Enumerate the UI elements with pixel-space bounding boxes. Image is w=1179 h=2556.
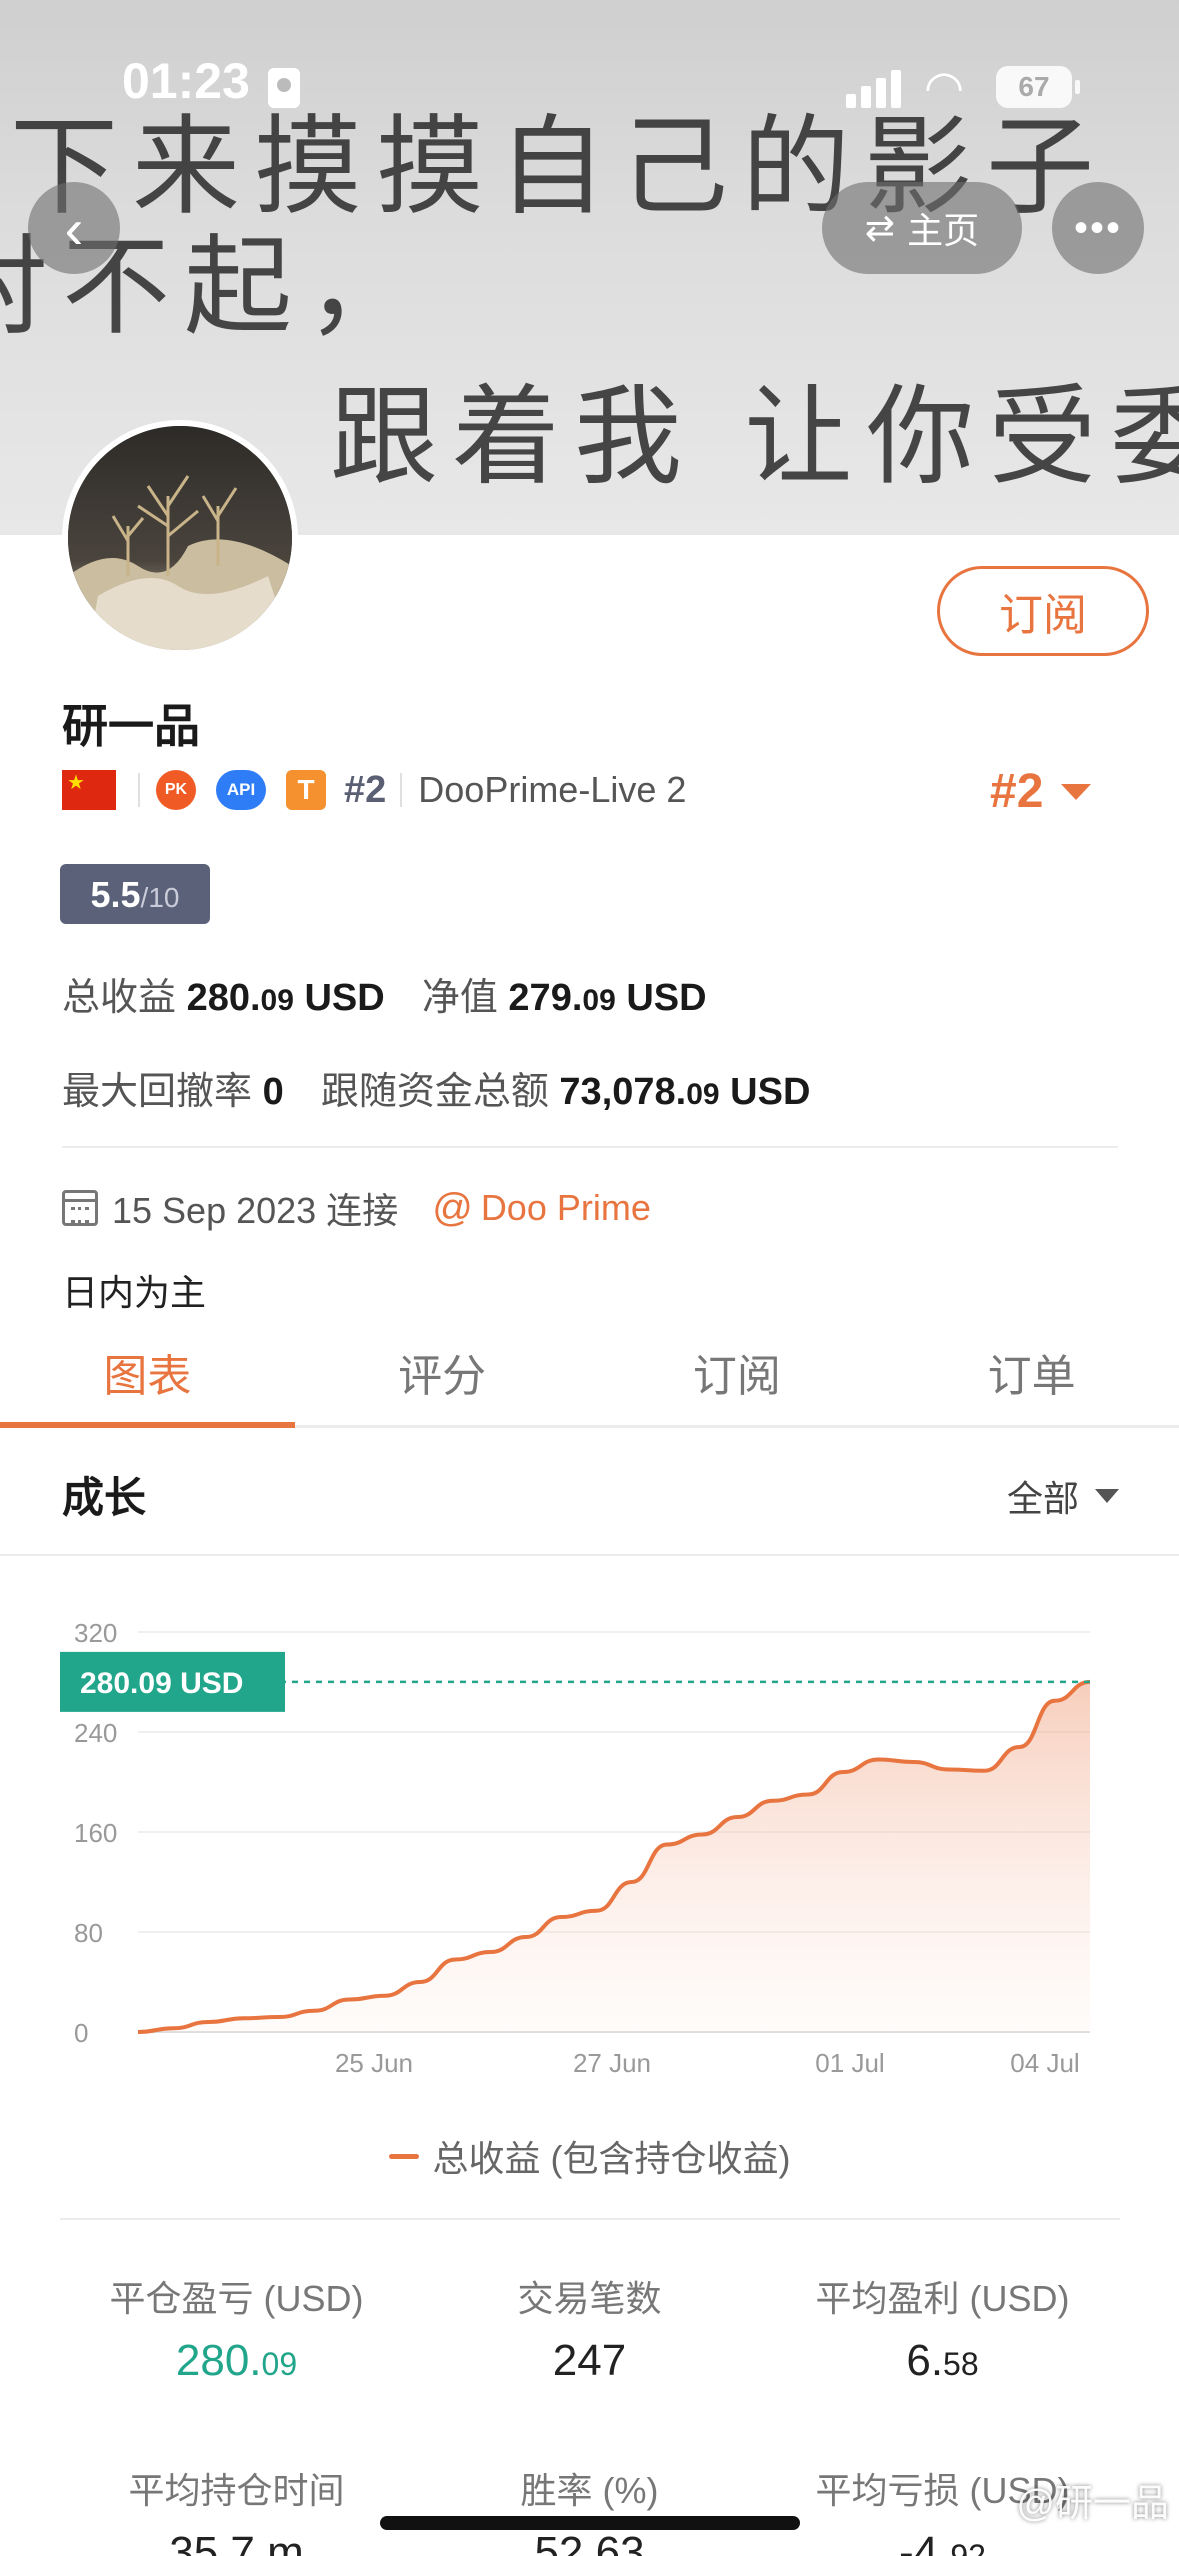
subscribe-button[interactable]: 订阅 (937, 566, 1149, 656)
broker-name: Doo Prime (480, 1187, 651, 1228)
badge-row: PK API T #2 DooPrime-Live 2 (62, 766, 686, 814)
net-value: 279.09 USD (508, 977, 707, 1019)
net-value-label: 净值 (421, 977, 498, 1019)
battery-level: 67 (1018, 71, 1050, 102)
api-badge-icon[interactable]: API (216, 770, 266, 810)
follow-funds-value: 73,078.09 USD (559, 1071, 811, 1113)
tab-orders[interactable]: 订单 (884, 1318, 1179, 1425)
watermark: @研一品 (1016, 2483, 1169, 2525)
summary-avg-hold-time: 平均持仓时间 35.7 m (60, 2462, 413, 2556)
cover-text-line-3: 跟着我 让你受委 (330, 375, 1179, 500)
summary-closed-pnl: 平仓盈亏 (USD) 280.09 (60, 2270, 413, 2386)
server-name: DooPrime-Live 2 (418, 769, 687, 810)
stat-value: 6.58 (906, 2336, 979, 2385)
stat-value: 280.09 (175, 2336, 298, 2385)
summary-trade-count: 交易笔数 247 (413, 2270, 766, 2386)
bio: 日内为主 (62, 1272, 207, 1313)
y-tick-label: 0 (74, 2018, 88, 2048)
range-select-value: 全部 (1006, 1478, 1079, 1519)
pk-badge-icon[interactable]: PK (156, 770, 196, 810)
stat-label: 胜率 (%) (520, 2470, 659, 2511)
signal-icon (846, 68, 902, 108)
divider (400, 773, 403, 807)
tab-rating[interactable]: 评分 (295, 1318, 590, 1425)
date-row: 15 Sep 2023 连接 @ Doo Prime (62, 1182, 651, 1234)
stat-value: 52.63 (534, 2528, 645, 2556)
y-tick-label: 240 (74, 1718, 117, 1748)
summary-avg-profit: 平均盈利 (USD) 6.58 (766, 2270, 1119, 2386)
growth-section-header: 成长 全部 (0, 1428, 1179, 1556)
y-tick-label: 320 (74, 1618, 117, 1648)
x-tick-label: 25 Jun (335, 2048, 413, 2078)
t-badge-icon[interactable]: T (286, 770, 326, 810)
status-bar: 01:23 ◠ 67 (0, 0, 1179, 140)
stat-label: 平均盈利 (USD) (815, 2278, 1070, 2319)
id-card-icon (268, 68, 300, 108)
more-button[interactable]: ••• (1052, 182, 1144, 274)
total-profit-value: 280.09 USD (186, 977, 385, 1019)
summary-grid: 平仓盈亏 (USD) 280.09 交易笔数 247 平均盈利 (USD) 6.… (60, 2218, 1120, 2556)
x-tick-label: 01 Jul (815, 2048, 884, 2078)
stat-label: 平仓盈亏 (USD) (109, 2278, 364, 2319)
connect-date: 15 Sep 2023 连接 (112, 1190, 399, 1231)
chart-legend: 总收益 (包含持仓收益) (0, 2130, 1179, 2182)
tab-bar: 图表 评分 订阅 订单 (0, 1318, 1179, 1428)
x-tick-label: 27 Jun (573, 2048, 651, 2078)
caret-down-icon (1061, 783, 1092, 800)
battery-icon: 67 (996, 66, 1080, 108)
range-select[interactable]: 全部 (1007, 1470, 1119, 1522)
y-tick-label: 160 (74, 1818, 117, 1848)
score-value: 5.5 (90, 874, 141, 915)
calendar-icon (62, 1190, 98, 1226)
current-value-label: 280.09 USD (80, 1667, 243, 1700)
wifi-icon: ◠ (924, 61, 965, 113)
china-flag-icon (62, 770, 116, 810)
growth-area (138, 1681, 1090, 2032)
rank-big: #2 (990, 765, 1044, 818)
broker-link[interactable]: @ Doo Prime (432, 1186, 651, 1231)
stat-value: 247 (552, 2336, 627, 2385)
stat-value: 35.7 m (169, 2528, 304, 2556)
stat-label: 平均持仓时间 (128, 2470, 345, 2511)
stat-value: -4.92 (899, 2528, 986, 2556)
drawdown-line: 最大回撤率 0 跟随资金总额 73,078.09 USD (62, 1060, 810, 1115)
rank-dropdown[interactable]: #2 (990, 764, 1092, 819)
home-indicator[interactable] (380, 2516, 800, 2530)
chevron-left-icon: ‹ (64, 196, 84, 260)
total-profit-label: 总收益 (62, 977, 177, 1019)
avatar[interactable] (62, 420, 298, 656)
summary-win-rate: 胜率 (%) 52.63 (413, 2462, 766, 2556)
x-tick-label: 04 Jul (1010, 2048, 1079, 2078)
score-suffix: /10 (140, 882, 180, 913)
profit-line: 总收益 280.09 USD 净值 279.09 USD (62, 966, 707, 1021)
tab-chart[interactable]: 图表 (0, 1318, 295, 1428)
at-icon: @ (432, 1185, 473, 1230)
growth-chart: 0 80 160 240 320 25 Jun 27 Jun 01 Jul 04 Jul 280… (60, 1618, 1091, 2078)
swap-icon: ⇄ (864, 207, 896, 248)
more-icon: ••• (1073, 205, 1122, 250)
legend-swatch (388, 2153, 419, 2159)
caret-down-icon (1095, 1489, 1119, 1503)
home-button[interactable]: ⇄ 主页 (822, 182, 1022, 274)
avatar-image (68, 426, 292, 650)
legend-label: 总收益 (包含持仓收益) (432, 2138, 791, 2179)
status-time: 01:23 (122, 53, 250, 109)
y-tick-label: 80 (74, 1918, 103, 1948)
max-drawdown-value: 0 (262, 1071, 284, 1113)
back-button[interactable]: ‹ (28, 182, 120, 274)
divider (138, 773, 140, 807)
home-button-label: 主页 (907, 210, 980, 251)
max-drawdown-label: 最大回撤率 (62, 1071, 253, 1113)
stat-label: 交易笔数 (517, 2278, 662, 2319)
divider (62, 1146, 1118, 1148)
score-badge: 5.5 /10 (60, 864, 210, 924)
section-title: 成长 (62, 1474, 147, 1521)
rank-small: #2 (344, 768, 387, 811)
trader-name: 研一品 (62, 700, 200, 752)
tab-subscribe[interactable]: 订阅 (590, 1318, 885, 1425)
follow-funds-label: 跟随资金总额 (320, 1071, 549, 1113)
